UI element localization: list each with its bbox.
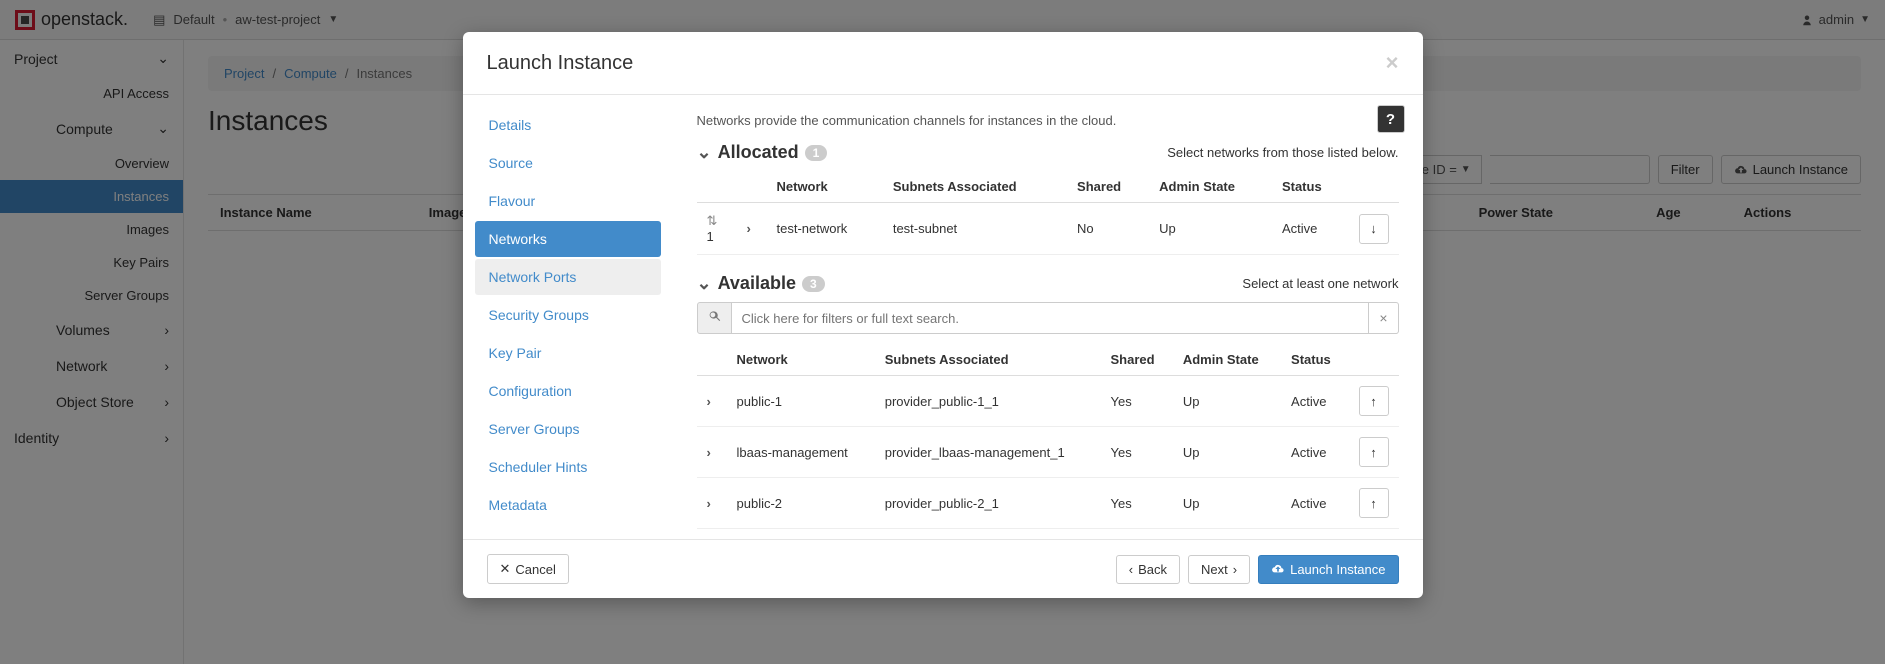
col-network: Network	[767, 171, 883, 203]
col-subnets: Subnets Associated	[883, 171, 1067, 203]
available-row: › public-2 provider_public-2_1 Yes Up Ac…	[697, 478, 1399, 529]
cell-network: public-2	[727, 478, 875, 529]
wizard-step-flavour[interactable]: Flavour	[475, 183, 661, 219]
cell-network: lbaas-management	[727, 427, 875, 478]
wizard-step-source[interactable]: Source	[475, 145, 661, 181]
cell-subnets: provider_lbaas-management_1	[875, 427, 1101, 478]
launch-label: Launch Instance	[1290, 562, 1385, 577]
next-label: Next	[1201, 562, 1228, 577]
col-status: Status	[1281, 344, 1348, 376]
collapse-allocated-icon[interactable]: ⌄	[697, 142, 712, 163]
allocate-button[interactable]: ↑	[1359, 437, 1389, 467]
allocate-button[interactable]: ↑	[1359, 488, 1389, 518]
col-admin: Admin State	[1149, 171, 1272, 203]
modal-title: Launch Instance	[487, 52, 634, 75]
deallocate-button[interactable]: ↓	[1359, 214, 1389, 244]
available-table: Network Subnets Associated Shared Admin …	[697, 344, 1399, 529]
cell-admin: Up	[1149, 203, 1272, 255]
modal-footer: ✕ Cancel ‹ Back Next › Launch Instance	[463, 539, 1423, 598]
launch-button[interactable]: Launch Instance	[1258, 555, 1398, 584]
col-status: Status	[1272, 171, 1349, 203]
cell-status: Active	[1281, 427, 1348, 478]
col-shared: Shared	[1100, 344, 1172, 376]
search-icon	[697, 302, 732, 334]
expand-row-icon[interactable]: ›	[707, 496, 711, 511]
allocated-row: ⇅ 1 › test-network test-subnet No Up Act…	[697, 203, 1399, 255]
wizard-step-details[interactable]: Details	[475, 107, 661, 143]
allocate-button[interactable]: ↑	[1359, 386, 1389, 416]
cell-shared: No	[1067, 203, 1149, 255]
cloud-upload-icon	[1271, 563, 1285, 575]
cell-subnets: provider_public-2_1	[875, 478, 1101, 529]
cell-admin: Up	[1173, 427, 1281, 478]
sort-handle-icon[interactable]: ⇅	[707, 213, 718, 228]
col-shared: Shared	[1067, 171, 1149, 203]
cell-status: Active	[1281, 376, 1348, 427]
allocated-table: Network Subnets Associated Shared Admin …	[697, 171, 1399, 255]
back-button[interactable]: ‹ Back	[1116, 555, 1180, 584]
wizard-step-key-pair[interactable]: Key Pair	[475, 335, 661, 371]
close-icon: ✕	[500, 561, 511, 577]
cell-shared: Yes	[1100, 427, 1172, 478]
next-button[interactable]: Next ›	[1188, 555, 1250, 584]
allocated-title: Allocated	[718, 142, 799, 163]
help-button[interactable]: ?	[1377, 105, 1405, 133]
available-title: Available	[718, 273, 796, 294]
cell-subnets: provider_public-1_1	[875, 376, 1101, 427]
available-row: › public-1 provider_public-1_1 Yes Up Ac…	[697, 376, 1399, 427]
wizard-content: ? Networks provide the communication cha…	[673, 95, 1423, 539]
expand-row-icon[interactable]: ›	[707, 394, 711, 409]
wizard-step-configuration[interactable]: Configuration	[475, 373, 661, 409]
wizard-step-security-groups[interactable]: Security Groups	[475, 297, 661, 333]
available-hint: Select at least one network	[1242, 276, 1398, 291]
cancel-button[interactable]: ✕ Cancel	[487, 554, 569, 584]
available-row: › lbaas-management provider_lbaas-manage…	[697, 427, 1399, 478]
description-text: Networks provide the communication chann…	[697, 113, 1399, 128]
available-count-badge: 3	[802, 276, 825, 292]
chevron-left-icon: ‹	[1129, 562, 1133, 577]
cell-status: Active	[1281, 478, 1348, 529]
wizard-step-metadata[interactable]: Metadata	[475, 487, 661, 523]
cell-shared: Yes	[1100, 376, 1172, 427]
wizard-step-scheduler-hints[interactable]: Scheduler Hints	[475, 449, 661, 485]
back-label: Back	[1138, 562, 1167, 577]
search-input[interactable]	[732, 302, 1370, 334]
search-bar: ×	[697, 302, 1399, 334]
cell-subnets: test-subnet	[883, 203, 1067, 255]
cell-admin: Up	[1173, 376, 1281, 427]
cell-network: public-1	[727, 376, 875, 427]
wizard-step-networks[interactable]: Networks	[475, 221, 661, 257]
launch-instance-modal: Launch Instance × DetailsSourceFlavourNe…	[463, 32, 1423, 598]
modal-header: Launch Instance ×	[463, 32, 1423, 95]
cell-status: Active	[1272, 203, 1349, 255]
allocated-hint: Select networks from those listed below.	[1167, 145, 1398, 160]
wizard-nav: DetailsSourceFlavourNetworksNetwork Port…	[463, 95, 673, 539]
cancel-label: Cancel	[515, 562, 555, 577]
cell-network: test-network	[767, 203, 883, 255]
cell-admin: Up	[1173, 478, 1281, 529]
wizard-step-server-groups[interactable]: Server Groups	[475, 411, 661, 447]
wizard-step-network-ports[interactable]: Network Ports	[475, 259, 661, 295]
expand-row-icon[interactable]: ›	[747, 221, 751, 236]
expand-row-icon[interactable]: ›	[707, 445, 711, 460]
col-admin: Admin State	[1173, 344, 1281, 376]
cell-shared: Yes	[1100, 478, 1172, 529]
col-subnets: Subnets Associated	[875, 344, 1101, 376]
close-icon[interactable]: ×	[1386, 50, 1399, 76]
clear-search-icon[interactable]: ×	[1369, 302, 1398, 334]
collapse-available-icon[interactable]: ⌄	[697, 273, 712, 294]
allocated-count-badge: 1	[805, 145, 828, 161]
col-network: Network	[727, 344, 875, 376]
chevron-right-icon: ›	[1233, 562, 1237, 577]
